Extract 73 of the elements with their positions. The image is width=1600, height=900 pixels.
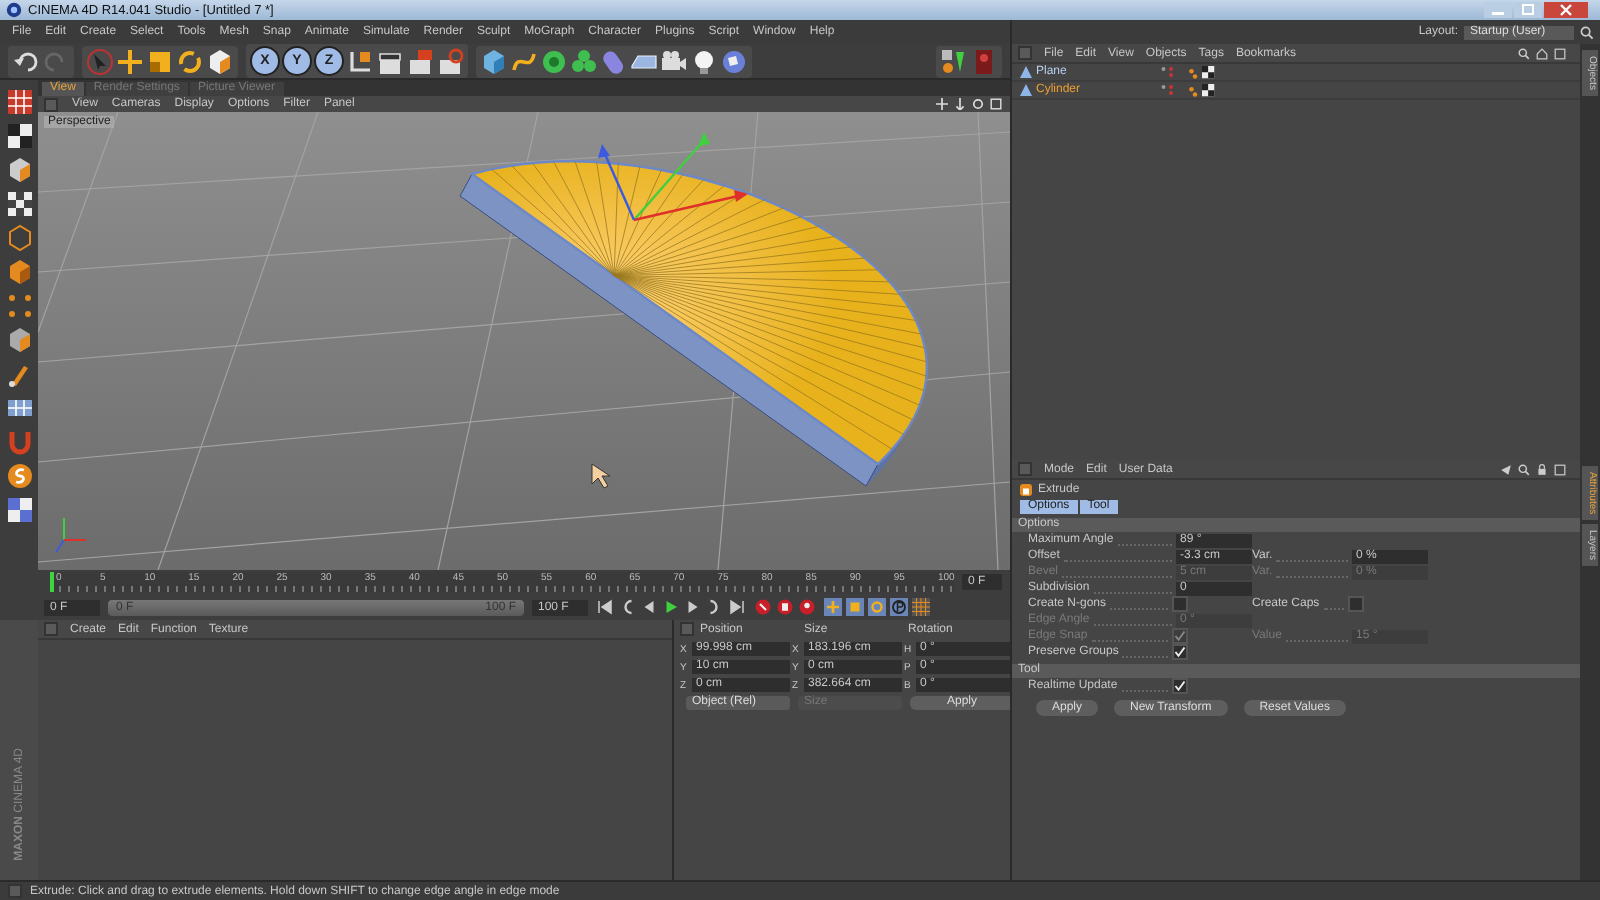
- maximize-icon[interactable]: [990, 98, 1002, 110]
- play-icon[interactable]: [662, 598, 680, 616]
- sphere-icon[interactable]: [540, 47, 568, 75]
- cube-icon[interactable]: [5, 156, 33, 184]
- app-logo-icon: [6, 2, 22, 18]
- rotate-view-icon[interactable]: [972, 98, 984, 110]
- pointer-icon[interactable]: [86, 47, 114, 75]
- maximize-icon[interactable]: [1554, 463, 1566, 475]
- go-to-start-icon[interactable]: [596, 598, 614, 616]
- move-icon[interactable]: [116, 47, 144, 75]
- panel-handle-icon[interactable]: [44, 97, 58, 111]
- search-icon[interactable]: [1580, 25, 1594, 39]
- cube-icon[interactable]: [5, 326, 33, 354]
- zoom-view-icon[interactable]: [954, 98, 966, 110]
- record-icon[interactable]: [754, 598, 772, 616]
- palette-icon[interactable]: [940, 47, 968, 75]
- go-to-end-icon[interactable]: [728, 598, 746, 616]
- tag-icon[interactable]: [1188, 65, 1216, 79]
- capsule-icon[interactable]: [600, 47, 628, 75]
- tag-icon[interactable]: [1188, 83, 1216, 97]
- next-key-icon[interactable]: [706, 598, 724, 616]
- previous-key-icon[interactable]: [618, 598, 636, 616]
- search-icon[interactable]: [1518, 47, 1530, 59]
- cube-icon[interactable]: [206, 47, 234, 75]
- light-bulb-icon[interactable]: [690, 47, 718, 75]
- checker-icon[interactable]: [5, 122, 33, 150]
- cube-outline-icon[interactable]: [5, 224, 33, 252]
- globe-icon[interactable]: [720, 47, 748, 75]
- clapperboard-icon[interactable]: [436, 47, 464, 75]
- panel-handle-icon[interactable]: [44, 622, 58, 636]
- close-icon[interactable]: [1544, 2, 1588, 18]
- search-icon[interactable]: [1518, 463, 1530, 475]
- clapperboard-icon[interactable]: [376, 47, 404, 75]
- lock-icon[interactable]: [1536, 463, 1548, 475]
- brush-icon[interactable]: [5, 360, 33, 388]
- cube-icon[interactable]: [480, 47, 508, 75]
- snap-icon[interactable]: [5, 462, 33, 490]
- cube-icon[interactable]: [5, 258, 33, 286]
- parameter-icon[interactable]: [890, 598, 908, 616]
- points-icon[interactable]: [5, 292, 33, 320]
- panel-handle-icon[interactable]: [1018, 46, 1032, 60]
- rotate-icon[interactable]: [176, 47, 204, 75]
- checkbox[interactable]: [1348, 596, 1364, 612]
- checker-icon[interactable]: [5, 190, 33, 218]
- extrude-icon: [1020, 484, 1032, 496]
- previous-frame-icon[interactable]: [640, 598, 658, 616]
- key-icon[interactable]: [798, 598, 816, 616]
- camera-icon[interactable]: [660, 47, 688, 75]
- move-view-icon[interactable]: [936, 98, 948, 110]
- maximize-icon[interactable]: [1554, 47, 1566, 59]
- next-frame-icon[interactable]: [684, 598, 702, 616]
- undo-icon[interactable]: [12, 47, 40, 75]
- mouse-cursor-icon: [591, 463, 611, 489]
- clapperboard-icon[interactable]: [406, 47, 434, 75]
- checkbox[interactable]: [1172, 678, 1188, 694]
- axes-icon[interactable]: [346, 47, 374, 75]
- move-gizmo-drawing[interactable]: [598, 132, 748, 222]
- checker-icon[interactable]: [5, 496, 33, 524]
- checkbox[interactable]: [1172, 596, 1188, 612]
- panel-handle-icon[interactable]: [680, 622, 694, 636]
- grid-icon[interactable]: [5, 394, 33, 422]
- scale-icon[interactable]: [146, 47, 174, 75]
- arrow-icon[interactable]: [1500, 463, 1512, 475]
- visibility-dots-icon[interactable]: [1160, 66, 1176, 78]
- frame-range-bar[interactable]: [108, 599, 524, 615]
- axis-icon: [55, 517, 87, 553]
- panel-handle-icon[interactable]: [1018, 462, 1032, 476]
- record-icon[interactable]: [776, 598, 794, 616]
- visibility-dots-icon[interactable]: [1160, 84, 1176, 96]
- home-icon[interactable]: [1536, 47, 1548, 59]
- extruded-half-disc-drawing[interactable]: [459, 160, 928, 487]
- checkbox[interactable]: [1172, 644, 1188, 660]
- clover-icon[interactable]: [570, 47, 598, 75]
